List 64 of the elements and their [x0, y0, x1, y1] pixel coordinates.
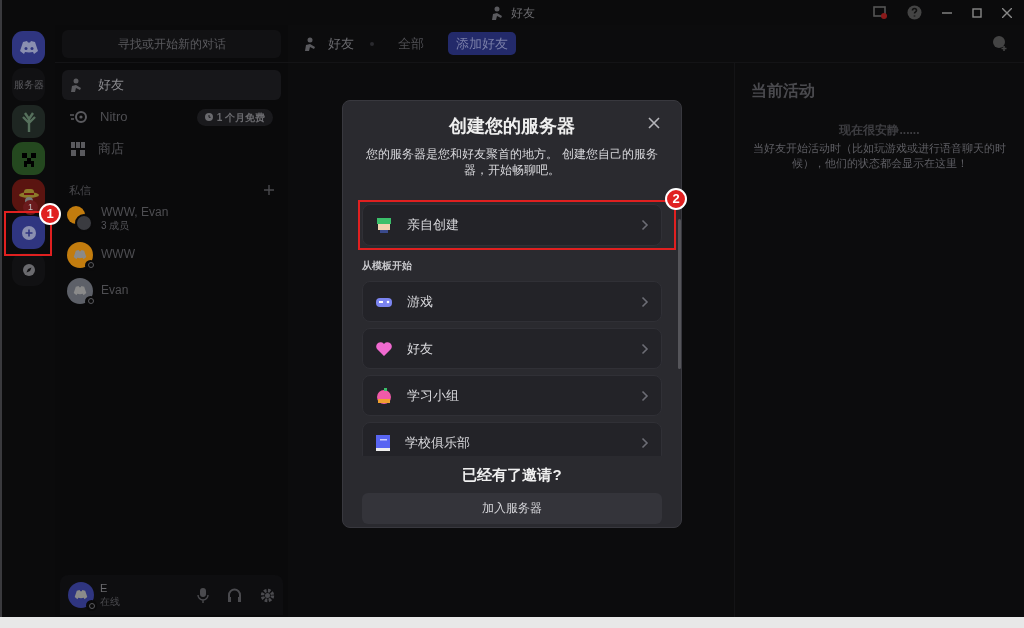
- template-option[interactable]: 学习小组: [362, 375, 662, 416]
- dm-item[interactable]: WWW, Evan 3 成员: [67, 204, 276, 233]
- dm-name: WWW, Evan: [101, 204, 169, 220]
- dm-subtitle: 3 成员: [101, 219, 131, 233]
- tab[interactable]: 添加好友: [448, 31, 516, 56]
- server-folder[interactable]: 服务器: [12, 68, 45, 101]
- headphones-icon[interactable]: [227, 588, 242, 602]
- annotation-number: 2: [665, 188, 687, 210]
- dm-name: Evan: [101, 283, 129, 298]
- tree-icon: [19, 110, 38, 133]
- footer-title: 已经有了邀请?: [461, 465, 563, 485]
- user-name: E: [100, 581, 109, 596]
- chevron-right-icon: [641, 436, 649, 449]
- home-button[interactable]: [12, 31, 45, 64]
- window-title: 好友: [511, 4, 535, 22]
- close-icon[interactable]: [1002, 7, 1012, 18]
- server-icon[interactable]: [12, 105, 45, 138]
- section-header: 私信: [69, 183, 91, 198]
- nitro-icon: [70, 110, 88, 124]
- empty-state-text: 当好友开始活动时（比如玩游戏或进行语音聊天的时候），他们的状态都会显示在这里！: [752, 141, 1007, 171]
- plus-icon[interactable]: [264, 185, 274, 196]
- close-icon[interactable]: [648, 117, 660, 129]
- discord-logo-icon: [18, 40, 39, 55]
- dm-item[interactable]: WWW: [67, 240, 276, 269]
- pixel-face-icon: [375, 216, 393, 234]
- join-server-button[interactable]: 加入服务器: [362, 492, 662, 524]
- help-icon[interactable]: [907, 5, 922, 20]
- add-server-button[interactable]: [12, 216, 45, 249]
- apple-icon: [375, 386, 393, 405]
- settings-icon[interactable]: [260, 587, 275, 603]
- storefront-icon: [70, 141, 86, 157]
- nav-item[interactable]: 商店: [62, 134, 281, 164]
- screen-record-icon[interactable]: [873, 6, 887, 19]
- activity-title: 当前活动: [751, 81, 816, 101]
- chevron-right-icon: [641, 295, 649, 308]
- dm-name: WWW: [101, 247, 135, 262]
- dialog-description: 您的服务器是您和好友聚首的地方。 创建您自己的服务器，开始畅聊吧。: [365, 146, 659, 178]
- nav-item[interactable]: Nitro 1 个月免费: [62, 102, 281, 132]
- search-button[interactable]: 寻找或开始新的对话: [62, 29, 281, 58]
- microphone-icon[interactable]: [197, 587, 209, 603]
- template-option[interactable]: 好友: [362, 328, 662, 369]
- clock-icon: [204, 113, 213, 121]
- promo-badge: 1 个月免费: [196, 108, 273, 126]
- user-status: 在线: [100, 595, 121, 609]
- nav-item[interactable]: 好友: [62, 70, 281, 100]
- compass-icon: [21, 262, 36, 277]
- chevron-right-icon: [641, 219, 649, 231]
- template-option[interactable]: 游戏: [362, 281, 662, 322]
- dm-item[interactable]: Evan: [67, 276, 276, 305]
- template-option[interactable]: 学校俱乐部: [362, 422, 662, 456]
- scrollbar[interactable]: [678, 219, 681, 369]
- plus-circle-icon: [20, 224, 37, 241]
- user-avatar: [68, 582, 94, 608]
- maximize-icon[interactable]: [972, 7, 982, 18]
- chevron-right-icon: [641, 342, 649, 355]
- section-label: 从模板开始: [362, 259, 413, 273]
- create-own-option[interactable]: 亲自创建: [362, 204, 662, 246]
- dialog-title: 创建您的服务器: [449, 115, 575, 138]
- tab[interactable]: 全部: [390, 31, 432, 56]
- page-title: 好友: [328, 34, 354, 53]
- book-icon: [375, 433, 391, 452]
- heart-icon: [375, 340, 393, 357]
- chevron-right-icon: [641, 389, 649, 402]
- explore-button[interactable]: [12, 253, 45, 286]
